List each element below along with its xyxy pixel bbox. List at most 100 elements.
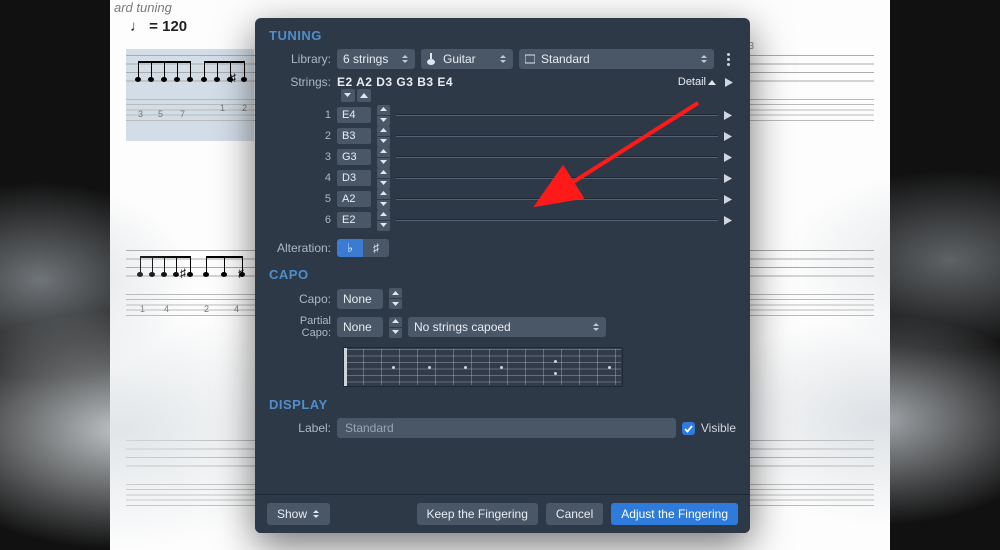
strings-count-select[interactable]: 6 strings bbox=[337, 49, 415, 69]
display-section: DISPLAY Label: Standard Visible bbox=[255, 393, 750, 444]
tab-digit: 5 bbox=[158, 109, 163, 119]
string-stepper[interactable] bbox=[377, 189, 390, 210]
show-menu-button[interactable]: Show bbox=[267, 503, 330, 525]
string-pitch-field[interactable]: E2 bbox=[337, 212, 371, 228]
string-row: 3 G3 bbox=[269, 148, 736, 166]
detail-toggle[interactable]: Detail bbox=[678, 76, 716, 88]
flat-toggle[interactable]: ♭ bbox=[337, 239, 363, 257]
string-slider[interactable] bbox=[396, 219, 718, 221]
dialog-footer: Show Keep the Fingering Cancel Adjust th… bbox=[255, 494, 750, 533]
alteration-toggle: ♭ ♯ bbox=[337, 239, 389, 257]
string-pitch-field[interactable]: B3 bbox=[337, 128, 371, 144]
tuning-more-menu[interactable] bbox=[720, 53, 736, 66]
capo-row: Capo: None bbox=[269, 288, 736, 309]
capo-heading: CAPO bbox=[269, 267, 736, 282]
note-group bbox=[206, 256, 242, 274]
updown-icon bbox=[500, 55, 507, 64]
string-play-button[interactable] bbox=[724, 195, 736, 204]
instrument-select[interactable]: Guitar bbox=[421, 49, 513, 69]
string-slider[interactable] bbox=[396, 177, 718, 179]
tab-digit: 1 bbox=[220, 103, 225, 113]
capo-label: Capo: bbox=[269, 292, 331, 306]
note-group bbox=[138, 61, 190, 79]
tempo-marking: ♩ = 120 bbox=[130, 18, 187, 35]
tab-digit: 4 bbox=[234, 304, 239, 314]
updown-icon bbox=[701, 55, 708, 64]
strings-summary-row: Strings: E2 A2 D3 G3 B3 E4 Detail bbox=[269, 75, 736, 89]
tuning-dialog: TUNING Library: 6 strings Guitar Standar… bbox=[255, 18, 750, 533]
string-row: 5 A2 bbox=[269, 190, 736, 208]
string-play-button[interactable] bbox=[724, 132, 736, 141]
capo-section: CAPO Capo: None Partial Capo: None No st… bbox=[255, 263, 750, 393]
partial-capo-row: Partial Capo: None No strings capoed bbox=[269, 315, 736, 339]
string-stepper[interactable] bbox=[377, 105, 390, 126]
string-play-button[interactable] bbox=[724, 111, 736, 120]
adjust-fingering-button[interactable]: Adjust the Fingering bbox=[611, 503, 738, 525]
tab-digit: 3 bbox=[138, 109, 143, 119]
string-row: 1 E4 bbox=[269, 106, 736, 124]
keep-fingering-button[interactable]: Keep the Fingering bbox=[417, 503, 538, 525]
partial-capo-strings-select[interactable]: No strings capoed bbox=[408, 317, 606, 337]
display-heading: DISPLAY bbox=[269, 397, 736, 412]
alteration-row: Alteration: ♭ ♯ bbox=[269, 239, 736, 257]
updown-icon bbox=[593, 323, 600, 332]
strings-value: E2 A2 D3 G3 B3 E4 bbox=[337, 75, 453, 89]
string-play-button[interactable] bbox=[724, 216, 736, 225]
string-number: 5 bbox=[269, 193, 331, 205]
string-number: 1 bbox=[269, 109, 331, 121]
string-slider[interactable] bbox=[396, 114, 718, 116]
sharp-accidental: ♯ bbox=[180, 266, 186, 280]
tab-digit: 2 bbox=[242, 103, 247, 113]
guitar-icon bbox=[427, 53, 437, 65]
string-slider[interactable] bbox=[396, 135, 718, 137]
cancel-button[interactable]: Cancel bbox=[546, 503, 603, 525]
tab-digit: 7 bbox=[180, 109, 185, 119]
library-label: Library: bbox=[269, 52, 331, 66]
score-subtitle: ard tuning bbox=[114, 0, 172, 15]
display-label-input[interactable]: Standard bbox=[337, 418, 676, 438]
library-row: Library: 6 strings Guitar Standard bbox=[269, 49, 736, 69]
string-pitch-field[interactable]: E4 bbox=[337, 107, 371, 123]
tab-digit: 4 bbox=[164, 304, 169, 314]
sharp-toggle[interactable]: ♯ bbox=[363, 239, 389, 257]
string-number: 4 bbox=[269, 172, 331, 184]
visible-checkbox[interactable] bbox=[682, 422, 695, 435]
play-all-button[interactable] bbox=[722, 78, 736, 87]
strings-label: Strings: bbox=[269, 75, 331, 89]
string-play-button[interactable] bbox=[724, 153, 736, 162]
display-label-label: Label: bbox=[269, 421, 331, 435]
string-row: 4 D3 bbox=[269, 169, 736, 187]
string-pitch-field[interactable]: D3 bbox=[337, 170, 371, 186]
string-stepper[interactable] bbox=[377, 126, 390, 147]
string-slider[interactable] bbox=[396, 198, 718, 200]
partial-capo-label: Partial Capo: bbox=[269, 315, 331, 339]
string-stepper[interactable] bbox=[377, 210, 390, 231]
string-pitch-field[interactable]: G3 bbox=[337, 149, 371, 165]
tab-digit: 1 bbox=[140, 304, 145, 314]
tuning-preset-select[interactable]: Standard bbox=[519, 49, 714, 69]
string-slider[interactable] bbox=[396, 156, 718, 158]
string-stepper[interactable] bbox=[377, 147, 390, 168]
shift-all-strings bbox=[341, 89, 736, 102]
shift-down-button[interactable] bbox=[341, 89, 355, 102]
string-number: 3 bbox=[269, 151, 331, 163]
shift-up-button[interactable] bbox=[357, 89, 371, 102]
partial-capo-stepper[interactable] bbox=[389, 317, 402, 338]
string-pitch-field[interactable]: A2 bbox=[337, 191, 371, 207]
capo-stepper[interactable] bbox=[389, 288, 402, 309]
partial-capo-fret-select[interactable]: None bbox=[337, 317, 383, 337]
string-stepper[interactable] bbox=[377, 168, 390, 189]
capo-select[interactable]: None bbox=[337, 289, 383, 309]
alteration-label: Alteration: bbox=[269, 241, 331, 255]
string-row: 2B3 bbox=[269, 127, 736, 145]
note-group bbox=[204, 61, 244, 79]
tuning-heading: TUNING bbox=[269, 28, 736, 43]
string-number: 6 bbox=[269, 214, 331, 226]
string-play-button[interactable] bbox=[724, 174, 736, 183]
sharp-accidental: ♯ bbox=[238, 266, 244, 280]
preset-icon bbox=[525, 54, 535, 64]
string-row: 6 E2 bbox=[269, 211, 736, 229]
fretboard-diagram[interactable] bbox=[343, 347, 623, 387]
tab-digit: 2 bbox=[204, 304, 209, 314]
tuning-section: TUNING Library: 6 strings Guitar Standar… bbox=[255, 18, 750, 263]
